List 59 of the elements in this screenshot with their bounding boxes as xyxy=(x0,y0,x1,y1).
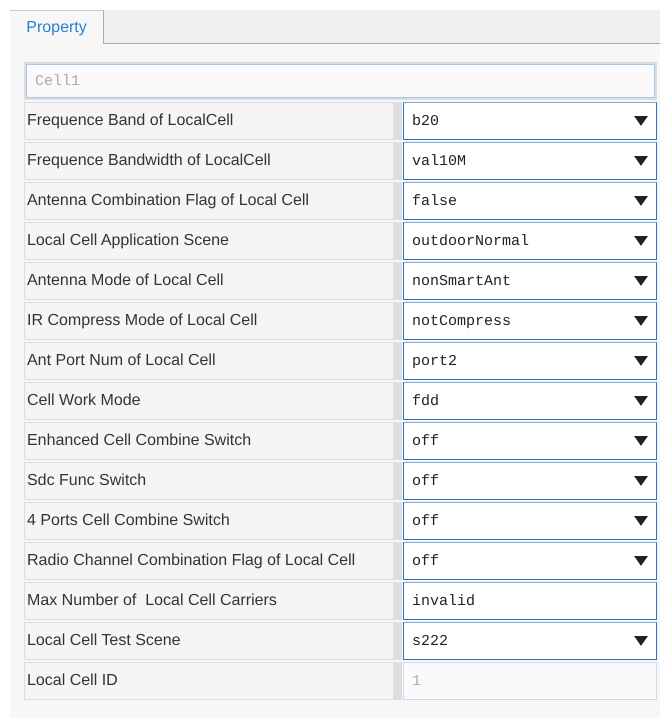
input-field: 1 xyxy=(403,662,657,700)
caret-icon xyxy=(634,356,648,366)
dropdown[interactable]: b20 xyxy=(403,102,657,140)
caret-icon xyxy=(634,516,648,526)
dropdown[interactable]: s222 xyxy=(403,622,657,660)
dropdown[interactable]: val10M xyxy=(403,142,657,180)
property-tab[interactable]: Property xyxy=(10,10,104,44)
property-label: Max Number of Local Cell Carriers xyxy=(24,582,394,620)
caret-icon xyxy=(634,636,648,646)
column-splitter[interactable] xyxy=(394,542,402,580)
caret-icon xyxy=(634,396,648,406)
column-splitter[interactable] xyxy=(394,262,402,300)
caret-icon xyxy=(634,236,648,246)
property-label: Antenna Combination Flag of Local Cell xyxy=(24,182,394,220)
column-splitter[interactable] xyxy=(394,622,402,660)
caret-icon xyxy=(634,276,648,286)
property-label: 4 Ports Cell Combine Switch xyxy=(24,502,394,540)
column-splitter[interactable] xyxy=(394,462,402,500)
dropdown[interactable]: outdoorNormal xyxy=(403,222,657,260)
property-label: Radio Channel Combination Flag of Local Cell xyxy=(24,542,394,580)
caret-icon xyxy=(634,156,648,166)
property-label: IR Compress Mode of Local Cell xyxy=(24,302,394,340)
caret-icon xyxy=(634,196,648,206)
column-splitter[interactable] xyxy=(394,422,402,460)
caret-icon xyxy=(634,436,648,446)
property-label: Sdc Func Switch xyxy=(24,462,394,500)
property-label: Local Cell Test Scene xyxy=(24,622,394,660)
column-splitter[interactable] xyxy=(394,382,402,420)
dropdown[interactable]: notCompress xyxy=(403,302,657,340)
caret-icon xyxy=(634,556,648,566)
dropdown[interactable]: false xyxy=(403,182,657,220)
property-label: Antenna Mode of Local Cell xyxy=(24,262,394,300)
column-splitter[interactable] xyxy=(394,182,402,220)
column-splitter[interactable] xyxy=(394,302,402,340)
caret-icon xyxy=(634,476,648,486)
column-splitter[interactable] xyxy=(394,502,402,540)
column-splitter[interactable] xyxy=(394,342,402,380)
column-splitter[interactable] xyxy=(394,102,402,140)
dropdown[interactable]: off xyxy=(403,542,657,580)
caret-icon xyxy=(634,316,648,326)
dropdown[interactable]: off xyxy=(403,422,657,460)
dropdown[interactable]: fdd xyxy=(403,382,657,420)
property-label: Ant Port Num of Local Cell xyxy=(24,342,394,380)
dropdown[interactable]: nonSmartAnt xyxy=(403,262,657,300)
column-splitter[interactable] xyxy=(394,142,402,180)
property-label: Enhanced Cell Combine Switch xyxy=(24,422,394,460)
property-label: Local Cell ID xyxy=(24,662,394,700)
dropdown[interactable]: off xyxy=(403,462,657,500)
property-label: Local Cell Application Scene xyxy=(24,222,394,260)
input-field[interactable]: invalid xyxy=(403,582,657,620)
property-label: Cell Work Mode xyxy=(24,382,394,420)
column-splitter[interactable] xyxy=(394,582,402,620)
column-splitter[interactable] xyxy=(394,222,402,260)
property-label: Frequence Bandwidth of LocalCell xyxy=(24,142,394,180)
property-label: Frequence Band of LocalCell xyxy=(24,102,394,140)
caret-icon xyxy=(634,116,648,126)
dropdown[interactable]: port2 xyxy=(403,342,657,380)
dropdown[interactable]: off xyxy=(403,502,657,540)
column-splitter[interactable] xyxy=(394,662,402,700)
